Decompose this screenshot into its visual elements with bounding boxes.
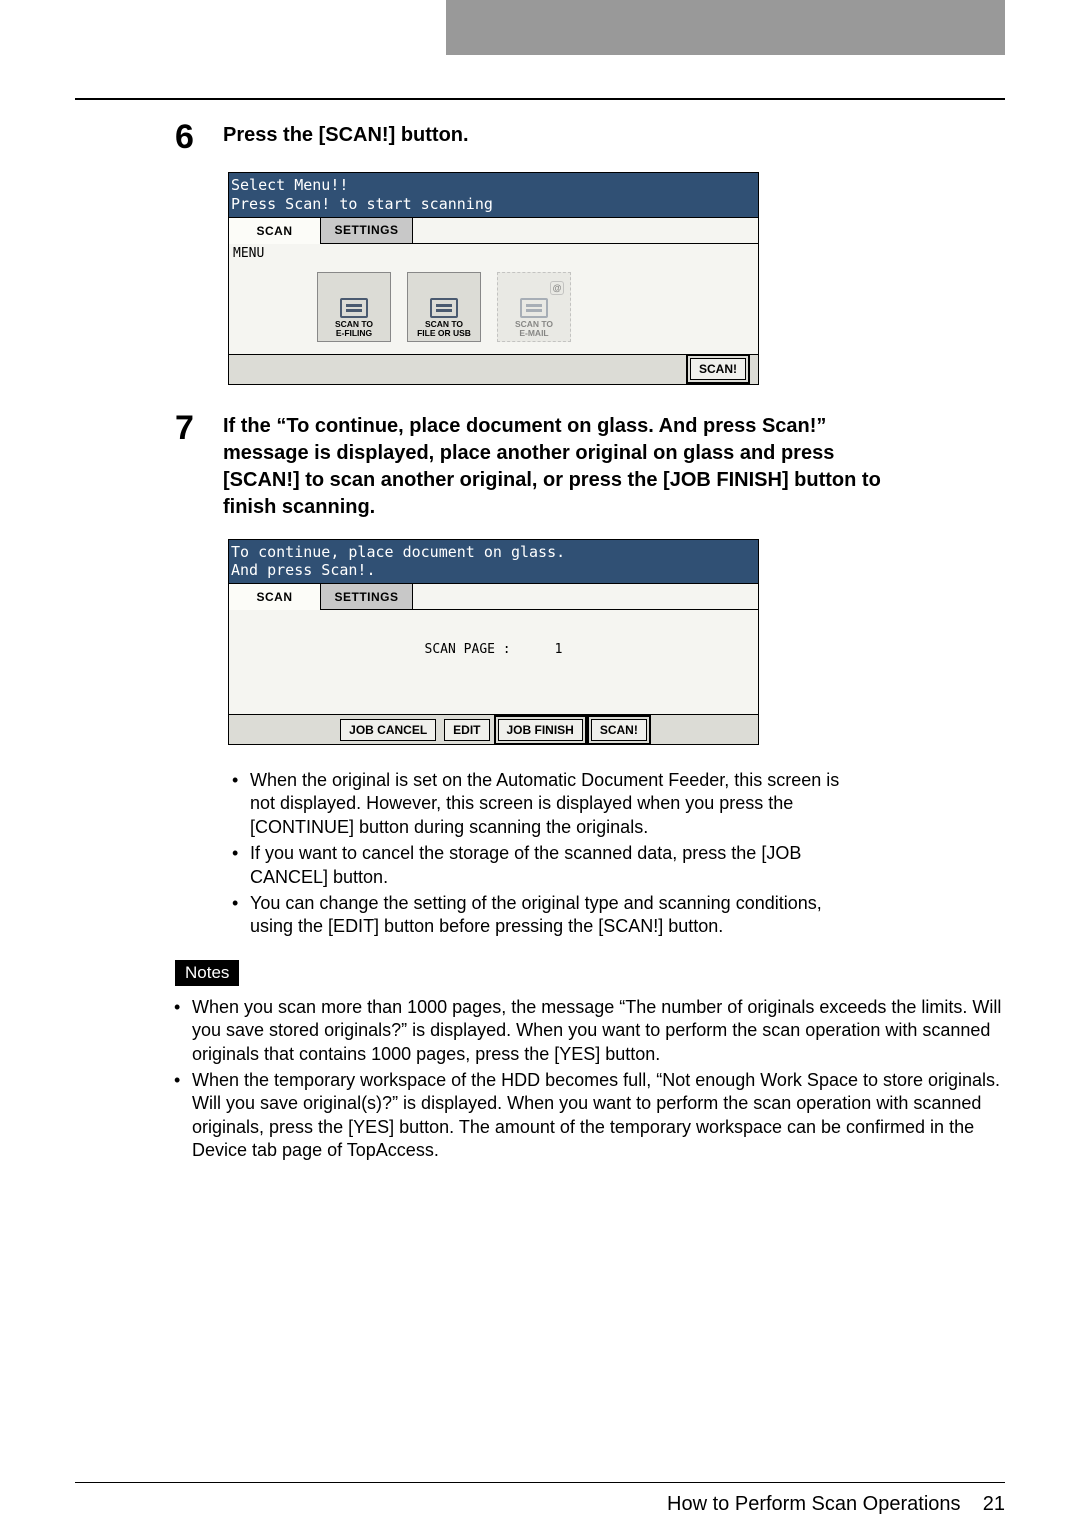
bullet-3: You can change the setting of the origin… xyxy=(228,892,863,939)
scan-to-file-usb-label: SCAN TO FILE OR USB xyxy=(417,320,471,338)
panel6-message: Select Menu!! Press Scan! to start scann… xyxy=(229,173,758,218)
panel7-footer: JOB CANCEL EDIT JOB FINISH SCAN! xyxy=(229,714,758,744)
tab-scan[interactable]: SCAN xyxy=(229,218,321,244)
page-footer: How to Perform Scan Operations 21 xyxy=(75,1482,1005,1516)
scan-to-email-button[interactable]: @ SCAN TO E-MAIL xyxy=(497,272,571,342)
step-7-text: If the “To continue, place document on g… xyxy=(223,411,913,521)
step-7-screenshot: To continue, place document on glass. An… xyxy=(228,539,759,746)
panel7-msg-line2: And press Scan!. xyxy=(231,561,756,580)
document-email-icon xyxy=(520,298,548,318)
panel6-footer: SCAN! xyxy=(229,354,758,384)
footer-page: 21 xyxy=(983,1493,1005,1515)
at-icon: @ xyxy=(550,281,564,295)
scan-page-label: SCAN PAGE : xyxy=(425,642,511,657)
panel6-msg-line1: Select Menu!! xyxy=(231,176,756,195)
tab-settings-7[interactable]: SETTINGS xyxy=(321,584,413,610)
footer-title: How to Perform Scan Operations xyxy=(667,1493,960,1515)
header-grey-block xyxy=(446,0,1005,55)
document-usb-icon xyxy=(430,298,458,318)
tab-filler-7 xyxy=(413,584,758,610)
tab-settings[interactable]: SETTINGS xyxy=(321,218,413,244)
scan-to-efiling-label: SCAN TO E-FILING xyxy=(335,320,373,338)
notes-header: Notes xyxy=(175,960,239,986)
menu-label: MENU xyxy=(233,246,264,261)
step-7: 7 If the “To continue, place document on… xyxy=(175,411,1005,521)
step-7-number: 7 xyxy=(175,411,223,445)
scan-icon-row: SCAN TO E-FILING SCAN TO FILE OR USB @ S… xyxy=(317,272,571,342)
scan-to-email-label: SCAN TO E-MAIL xyxy=(515,320,553,338)
job-cancel-button[interactable]: JOB CANCEL xyxy=(340,719,436,741)
panel7-tabs: SCAN SETTINGS xyxy=(229,584,758,610)
header-rule xyxy=(75,98,1005,100)
scan-button[interactable]: SCAN! xyxy=(690,358,746,380)
note-2: When the temporary workspace of the HDD … xyxy=(170,1069,1010,1163)
job-finish-button[interactable]: JOB FINISH xyxy=(498,719,583,741)
tab-filler xyxy=(413,218,758,244)
panel7-message: To continue, place document on glass. An… xyxy=(229,540,758,585)
panel6-msg-line2: Press Scan! to start scanning xyxy=(231,195,756,214)
note-1: When you scan more than 1000 pages, the … xyxy=(170,996,1010,1066)
step-6: 6 Press the [SCAN!] button. xyxy=(175,120,1005,154)
tab-scan-7[interactable]: SCAN xyxy=(229,584,321,610)
bullet-1: When the original is set on the Automati… xyxy=(228,769,863,839)
panel7-msg-line1: To continue, place document on glass. xyxy=(231,543,756,562)
page-content: 6 Press the [SCAN!] button. Select Menu!… xyxy=(175,120,1005,1165)
bullet-2: If you want to cancel the storage of the… xyxy=(228,842,863,889)
scan-to-efiling-button[interactable]: SCAN TO E-FILING xyxy=(317,272,391,342)
document-icon xyxy=(340,298,368,318)
panel6-body: MENU SCAN TO E-FILING SCAN TO FILE OR US… xyxy=(229,244,758,354)
step-6-screenshot: Select Menu!! Press Scan! to start scann… xyxy=(228,172,759,385)
step-6-text: Press the [SCAN!] button. xyxy=(223,120,469,149)
panel6-tabs: SCAN SETTINGS xyxy=(229,218,758,244)
panel7-body: SCAN PAGE : 1 xyxy=(229,610,758,714)
edit-button[interactable]: EDIT xyxy=(444,719,489,741)
scan-page-value: 1 xyxy=(555,642,563,657)
scan-to-file-usb-button[interactable]: SCAN TO FILE OR USB xyxy=(407,272,481,342)
notes-list: When you scan more than 1000 pages, the … xyxy=(170,996,1010,1163)
step-6-number: 6 xyxy=(175,120,223,154)
step-7-bullets: When the original is set on the Automati… xyxy=(228,769,863,939)
scan-button-7[interactable]: SCAN! xyxy=(591,719,647,741)
